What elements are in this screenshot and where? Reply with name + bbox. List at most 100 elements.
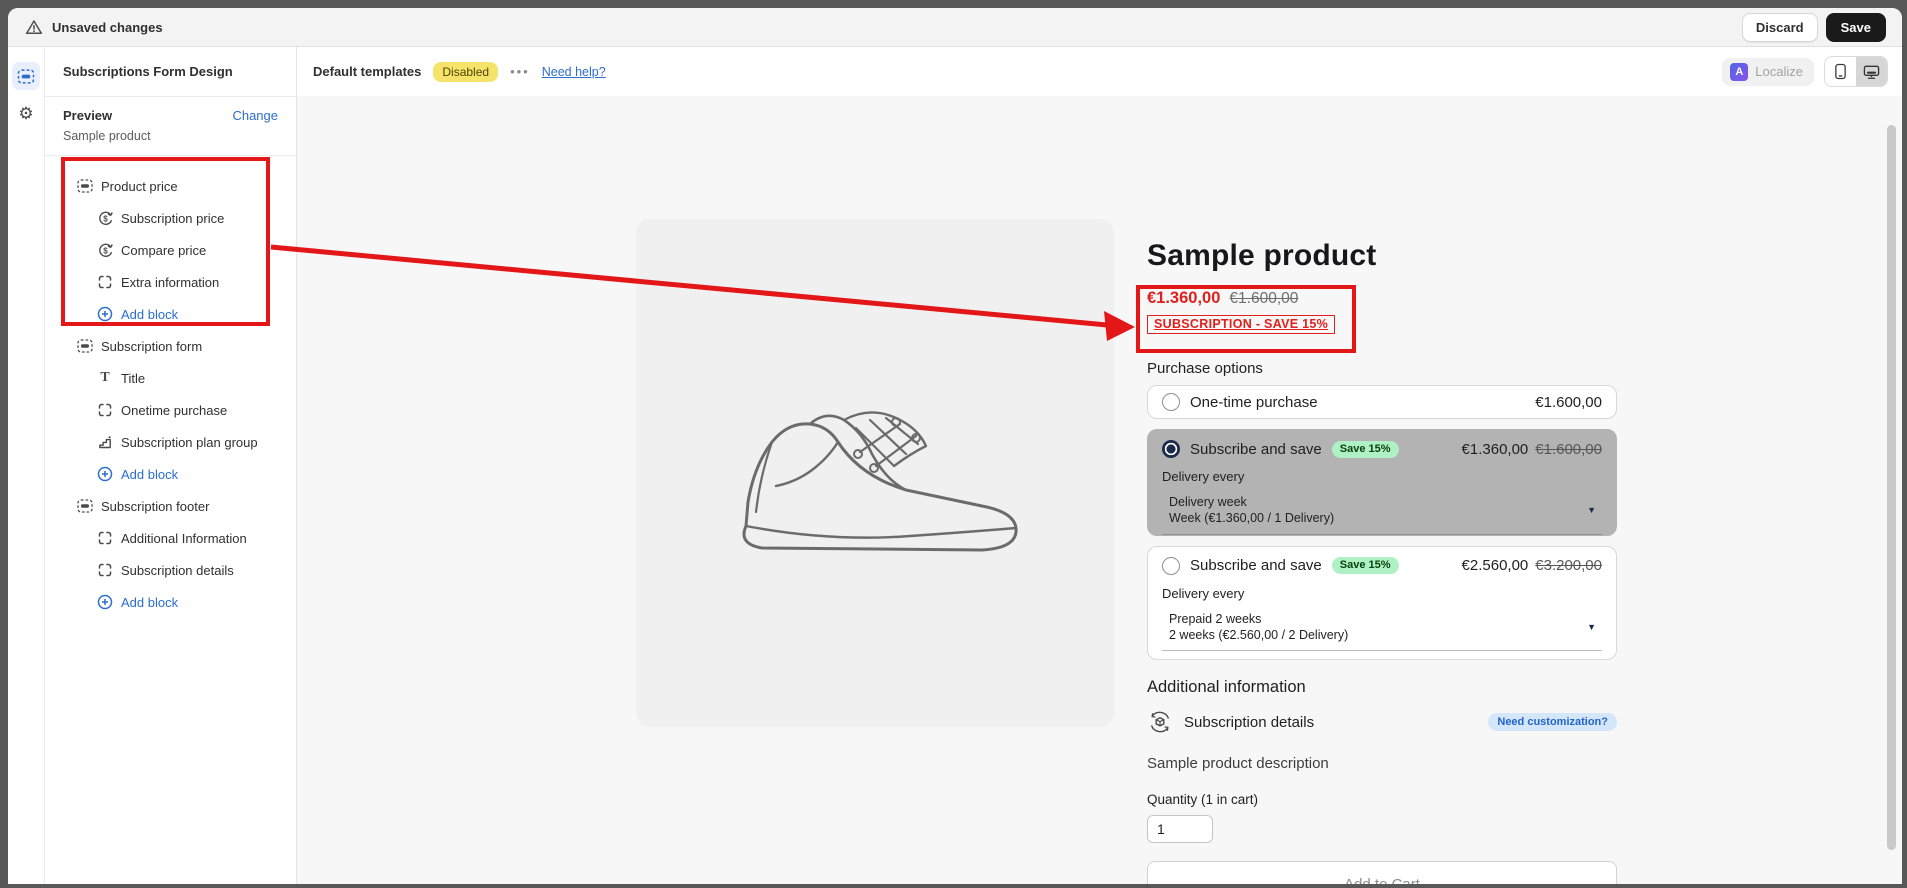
tree-label: Additional Information xyxy=(121,531,247,546)
status-badge: Disabled xyxy=(433,62,498,82)
preview-canvas: Sample product €1.360,00 €1.600,00 SUBSC… xyxy=(297,96,1902,884)
tree-add-block-product-price[interactable]: Add block xyxy=(45,298,296,330)
tree-item-subscription-footer[interactable]: Subscription footer xyxy=(45,490,296,522)
subscription-save-badge: SUBSCRIPTION - SAVE 15% xyxy=(1147,315,1335,334)
tree-add-block-subscription-form[interactable]: Add block xyxy=(45,458,296,490)
discard-button[interactable]: Discard xyxy=(1742,13,1818,42)
tree-item-subscription-form[interactable]: Subscription form xyxy=(45,330,296,362)
templates-header: Default templates Disabled ••• Need help… xyxy=(297,47,1902,96)
section-icon xyxy=(77,498,93,514)
localize-label: Localize xyxy=(1755,64,1803,79)
recurring-price-icon: $ xyxy=(97,210,113,226)
option-price: €1.600,00 xyxy=(1535,394,1602,411)
delivery-every-label: Delivery every xyxy=(1162,586,1602,601)
tree-item-compare-price[interactable]: $ Compare price xyxy=(45,234,296,266)
desktop-preview-button[interactable] xyxy=(1856,57,1887,86)
add-circle-icon xyxy=(97,594,113,610)
price-block: €1.360,00 €1.600,00 SUBSCRIPTION - SAVE … xyxy=(1147,289,1620,334)
option-onetime-purchase[interactable]: One-time purchase €1.600,00 xyxy=(1147,385,1617,419)
product-info-column: Sample product €1.360,00 €1.600,00 SUBSC… xyxy=(1147,219,1620,884)
tree-label: Subscription footer xyxy=(101,499,209,514)
tree-label: Subscription details xyxy=(121,563,234,578)
svg-text:$: $ xyxy=(103,246,108,255)
compare-price: €1.600,00 xyxy=(1229,290,1298,308)
product-image-card xyxy=(636,219,1114,727)
settings-rail-button[interactable]: ⚙ xyxy=(18,105,33,122)
need-customization-link[interactable]: Need customization? xyxy=(1488,713,1617,731)
mobile-preview-button[interactable] xyxy=(1825,57,1856,86)
warning-icon xyxy=(25,19,43,35)
tree-label: Product price xyxy=(101,179,178,194)
chevron-down-icon: ▼ xyxy=(1587,622,1600,632)
quantity-label: Quantity (1 in cart) xyxy=(1147,792,1620,807)
save-percent-badge: Save 15% xyxy=(1332,441,1399,458)
radio-unchecked[interactable] xyxy=(1162,393,1180,411)
tree-item-subscription-price[interactable]: $ Subscription price xyxy=(45,202,296,234)
localize-button[interactable]: A Localize xyxy=(1722,58,1814,86)
localize-app-icon: A xyxy=(1730,63,1748,81)
purchase-options-list: One-time purchase €1.600,00 Subscribe an… xyxy=(1147,385,1617,660)
tree-item-title[interactable]: T Title xyxy=(45,362,296,394)
radio-unchecked[interactable] xyxy=(1162,557,1180,575)
title-text-icon: T xyxy=(97,370,113,386)
sections-rail-button[interactable] xyxy=(12,62,40,90)
mobile-icon xyxy=(1834,63,1847,80)
tree-item-subscription-details[interactable]: Subscription details xyxy=(45,554,296,586)
change-preview-link[interactable]: Change xyxy=(232,108,278,123)
section-icon xyxy=(77,178,93,194)
add-circle-icon xyxy=(97,466,113,482)
subscription-details-label: Subscription details xyxy=(1184,714,1314,731)
sections-icon xyxy=(17,69,35,84)
blocks-tree: Product price $ Subscription price $ Com… xyxy=(45,156,296,618)
purchase-options-label: Purchase options xyxy=(1147,360,1620,377)
tree-item-subscription-plan-group[interactable]: Subscription plan group xyxy=(45,426,296,458)
tree-label: Subscription form xyxy=(101,339,202,354)
tree-item-onetime-purchase[interactable]: Onetime purchase xyxy=(45,394,296,426)
gear-icon: ⚙ xyxy=(18,104,33,123)
tree-label: Add block xyxy=(121,595,178,610)
add-to-cart-button[interactable]: Add to Cart xyxy=(1147,861,1617,884)
preview-selector: Preview Change Sample product xyxy=(45,97,296,156)
desktop-icon xyxy=(1863,64,1880,80)
option-price: €1.360,00 xyxy=(1462,441,1529,458)
quantity-input[interactable] xyxy=(1147,815,1213,843)
sneaker-line-art xyxy=(710,358,1040,588)
icon-rail: ⚙ xyxy=(8,47,45,884)
select-plan-detail: Week (€1.360,00 / 1 Delivery) xyxy=(1169,510,1334,526)
need-help-link[interactable]: Need help? xyxy=(542,65,606,79)
preview-label: Preview xyxy=(63,108,112,123)
device-preview-toggle xyxy=(1824,56,1888,87)
section-icon xyxy=(77,338,93,354)
tree-label: Subscription price xyxy=(121,211,224,226)
templates-title: Default templates xyxy=(313,64,421,79)
overflow-menu-button[interactable]: ••• xyxy=(510,64,530,79)
tree-item-product-price[interactable]: Product price xyxy=(45,170,296,202)
option-label: One-time purchase xyxy=(1190,394,1318,411)
tree-label: Compare price xyxy=(121,243,206,258)
block-brackets-icon xyxy=(97,274,113,290)
save-button[interactable]: Save xyxy=(1826,13,1886,42)
radio-checked[interactable] xyxy=(1162,440,1180,458)
subscription-price: €1.360,00 xyxy=(1147,289,1220,308)
option-subscribe-weekly[interactable]: Subscribe and save Save 15% €1.360,00 €1… xyxy=(1147,429,1617,536)
tree-label: Extra information xyxy=(121,275,219,290)
option-compare-price: €1.600,00 xyxy=(1535,441,1602,458)
chevron-down-icon: ▼ xyxy=(1587,505,1600,515)
tree-label: Add block xyxy=(121,467,178,482)
additional-information-heading: Additional information xyxy=(1147,678,1620,697)
preview-product-name: Sample product xyxy=(63,129,278,143)
tree-item-extra-information[interactable]: Extra information xyxy=(45,266,296,298)
plan-group-icon xyxy=(97,434,113,450)
select-plan-name: Delivery week xyxy=(1169,494,1334,510)
option-subscribe-prepaid[interactable]: Subscribe and save Save 15% €2.560,00 €3… xyxy=(1147,546,1617,661)
option-label: Subscribe and save xyxy=(1190,557,1322,574)
tree-add-block-subscription-footer[interactable]: Add block xyxy=(45,586,296,618)
delivery-frequency-select[interactable]: Delivery week Week (€1.360,00 / 1 Delive… xyxy=(1162,492,1602,535)
option-label: Subscribe and save xyxy=(1190,441,1322,458)
svg-text:$: $ xyxy=(103,214,108,223)
tree-item-additional-information[interactable]: Additional Information xyxy=(45,522,296,554)
delivery-frequency-select[interactable]: Prepaid 2 weeks 2 weeks (€2.560,00 / 2 D… xyxy=(1162,609,1602,652)
select-plan-name: Prepaid 2 weeks xyxy=(1169,611,1348,627)
preview-scrollbar[interactable] xyxy=(1887,125,1896,850)
product-title: Sample product xyxy=(1147,239,1620,273)
